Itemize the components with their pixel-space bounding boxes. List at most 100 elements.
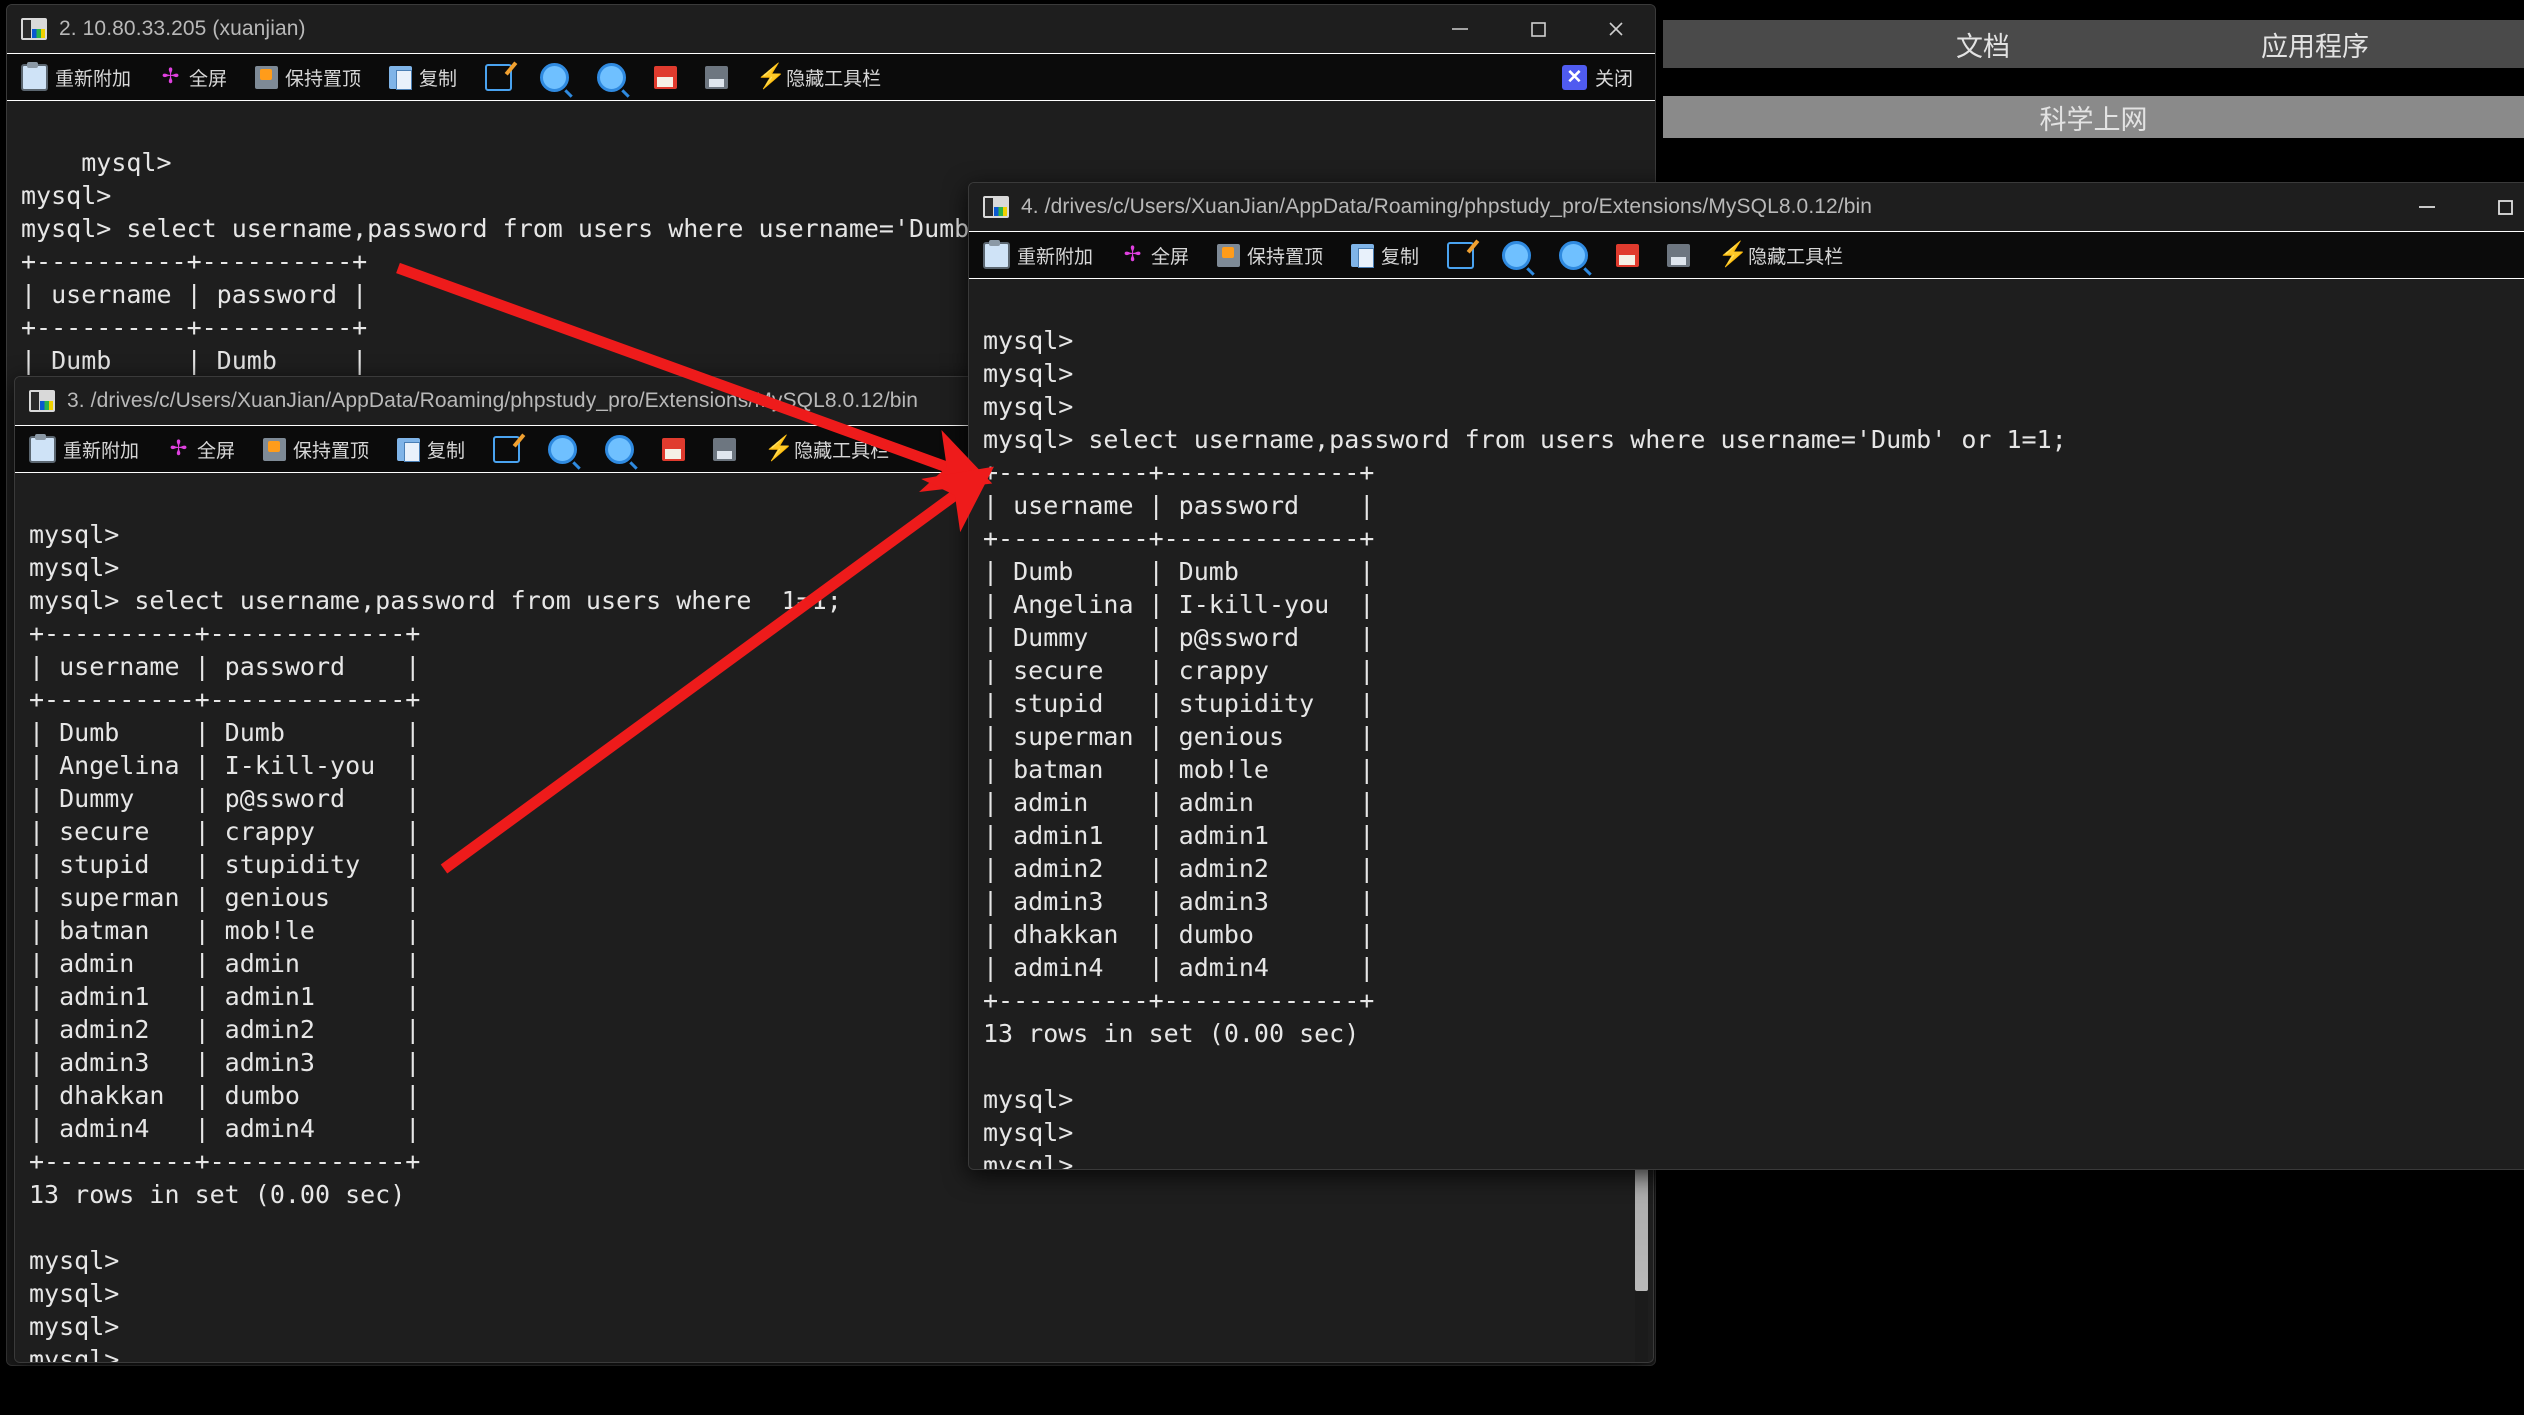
- window4-window-controls[interactable]: [2388, 183, 2524, 231]
- panel-scientific-internet-label: 科学上网: [2040, 98, 2148, 137]
- print-icon: [1667, 244, 1690, 267]
- toolbar-fullscreen-button[interactable]: ✢ 全屏: [1121, 242, 1205, 269]
- maximize-button[interactable]: [2466, 183, 2524, 231]
- maximize-button[interactable]: [1499, 5, 1577, 53]
- panel-applications[interactable]: 应用程序: [2106, 20, 2524, 68]
- toolbar-hide-toolbar-label: 隐藏工具栏: [786, 64, 881, 91]
- lightning-hide-toolbar-icon: ⚡: [756, 66, 779, 89]
- window3-terminal-footer: +----------+-------------+ 13 rows in se…: [29, 1147, 420, 1363]
- toolbar-save-button[interactable]: [1616, 244, 1655, 267]
- toolbar-hide-toolbar-button[interactable]: ⚡ 隐藏工具栏: [756, 64, 897, 91]
- minimize-button[interactable]: [2388, 183, 2466, 231]
- window4-title: 4. /drives/c/Users/XuanJian/AppData/Roam…: [1021, 195, 1872, 219]
- toolbar-fullscreen-label: 全屏: [189, 64, 227, 91]
- toolbar-edit-button[interactable]: [493, 436, 536, 463]
- toolbar-zoom-in-button[interactable]: [1502, 241, 1547, 270]
- toolbar-close-session-button[interactable]: ✕ 关闭: [1562, 64, 1633, 91]
- toolbar-hide-toolbar-button[interactable]: ⚡ 隐藏工具栏: [1718, 242, 1859, 269]
- toolbar-edit-button[interactable]: [485, 64, 528, 91]
- toolbar-fullscreen-button[interactable]: ✢ 全屏: [167, 436, 251, 463]
- toolbar-save-button[interactable]: [654, 66, 693, 89]
- toolbar-zoom-out-button[interactable]: [1559, 241, 1604, 270]
- toolbar-print-button[interactable]: [705, 66, 744, 89]
- panel-scientific-internet[interactable]: 科学上网: [1663, 96, 2524, 138]
- toolbar-reattach-button[interactable]: 重新附加: [29, 436, 155, 463]
- toolbar-keep-on-top-button[interactable]: 保持置顶: [255, 64, 377, 91]
- toolbar-fullscreen-label: 全屏: [1151, 242, 1189, 269]
- toolbar-reattach-label: 重新附加: [1017, 242, 1093, 269]
- save-icon: [1616, 244, 1639, 267]
- zoom-out-icon: [597, 63, 626, 92]
- zoom-out-icon: [605, 435, 634, 464]
- save-icon: [662, 438, 685, 461]
- toolbar-copy-button[interactable]: 复制: [397, 436, 481, 463]
- window2-window-controls[interactable]: [1421, 5, 1655, 53]
- terminal-app-icon: [21, 18, 47, 40]
- toolbar-keep-on-top-label: 保持置顶: [285, 64, 361, 91]
- toolbar-fullscreen-label: 全屏: [197, 436, 235, 463]
- copy-icon: [1351, 244, 1374, 267]
- zoom-in-icon: [1502, 241, 1531, 270]
- minimize-button[interactable]: [1421, 5, 1499, 53]
- window2-toolbar[interactable]: 重新附加 ✢ 全屏 保持置顶 复制 ⚡ 隐藏工具栏: [7, 53, 1655, 101]
- window4-toolbar[interactable]: 重新附加 ✢ 全屏 保持置顶 复制 ⚡ 隐藏工具栏: [969, 231, 2524, 279]
- toolbar-reattach-button[interactable]: 重新附加: [983, 242, 1109, 269]
- toolbar-zoom-in-button[interactable]: [548, 435, 593, 464]
- clipboard-reattach-icon: [21, 64, 48, 91]
- keep-on-top-icon: [1217, 244, 1240, 267]
- terminal-window-4[interactable]: 4. /drives/c/Users/XuanJian/AppData/Roam…: [968, 182, 2524, 1170]
- toolbar-zoom-in-button[interactable]: [540, 63, 585, 92]
- copy-icon: [389, 66, 412, 89]
- edit-icon: [485, 64, 512, 91]
- copy-icon: [397, 438, 420, 461]
- toolbar-close-label: 关闭: [1595, 64, 1633, 91]
- keep-on-top-icon: [255, 66, 278, 89]
- window4-terminal-header: mysql> mysql> mysql> mysql> select usern…: [983, 326, 2067, 553]
- close-button[interactable]: [1577, 5, 1655, 53]
- zoom-in-icon: [548, 435, 577, 464]
- clipboard-reattach-icon: [983, 242, 1010, 269]
- window3-terminal-header: mysql> mysql> mysql> select username,pas…: [29, 520, 842, 714]
- zoom-in-icon: [540, 63, 569, 92]
- clipboard-reattach-icon: [29, 436, 56, 463]
- window4-titlebar[interactable]: 4. /drives/c/Users/XuanJian/AppData/Roam…: [969, 183, 2524, 231]
- toolbar-zoom-out-button[interactable]: [605, 435, 650, 464]
- zoom-out-icon: [1559, 241, 1588, 270]
- window4-result-rows: | Dumb | Dumb | | Angelina | I-kill-you …: [983, 557, 1374, 982]
- lightning-hide-toolbar-icon: ⚡: [764, 438, 787, 461]
- toolbar-copy-button[interactable]: 复制: [1351, 242, 1435, 269]
- toolbar-keep-on-top-label: 保持置顶: [1247, 242, 1323, 269]
- window2-titlebar[interactable]: 2. 10.80.33.205 (xuanjian): [7, 5, 1655, 53]
- toolbar-hide-toolbar-button[interactable]: ⚡ 隐藏工具栏: [764, 436, 905, 463]
- toolbar-save-button[interactable]: [662, 438, 701, 461]
- toolbar-fullscreen-button[interactable]: ✢ 全屏: [159, 64, 243, 91]
- toolbar-reattach-label: 重新附加: [55, 64, 131, 91]
- toolbar-keep-on-top-button[interactable]: 保持置顶: [1217, 242, 1339, 269]
- toolbar-edit-button[interactable]: [1447, 242, 1490, 269]
- toolbar-copy-label: 复制: [419, 64, 457, 91]
- close-x-icon: ✕: [1562, 65, 1587, 90]
- window3-result-rows: | Dumb | Dumb | | Angelina | I-kill-you …: [29, 718, 420, 1143]
- edit-icon: [493, 436, 520, 463]
- toolbar-reattach-button[interactable]: 重新附加: [21, 64, 147, 91]
- window3-title: 3. /drives/c/Users/XuanJian/AppData/Roam…: [67, 389, 918, 413]
- keep-on-top-icon: [263, 438, 286, 461]
- toolbar-keep-on-top-label: 保持置顶: [293, 436, 369, 463]
- toolbar-hide-toolbar-label: 隐藏工具栏: [1748, 242, 1843, 269]
- fullscreen-icon: ✢: [1121, 244, 1144, 267]
- toolbar-zoom-out-button[interactable]: [597, 63, 642, 92]
- toolbar-copy-button[interactable]: 复制: [389, 64, 473, 91]
- window4-terminal[interactable]: mysql> mysql> mysql> mysql> select usern…: [969, 279, 2524, 1170]
- toolbar-hide-toolbar-label: 隐藏工具栏: [794, 436, 889, 463]
- lightning-hide-toolbar-icon: ⚡: [1718, 244, 1741, 267]
- save-icon: [654, 66, 677, 89]
- terminal-app-icon: [29, 390, 55, 412]
- panel-documents-label: 文档: [1956, 25, 2010, 64]
- toolbar-print-button[interactable]: [713, 438, 752, 461]
- fullscreen-icon: ✢: [159, 66, 182, 89]
- toolbar-copy-label: 复制: [1381, 242, 1419, 269]
- toolbar-print-button[interactable]: [1667, 244, 1706, 267]
- toolbar-reattach-label: 重新附加: [63, 436, 139, 463]
- toolbar-keep-on-top-button[interactable]: 保持置顶: [263, 436, 385, 463]
- window4-terminal-footer: +----------+-------------+ 13 rows in se…: [983, 986, 1374, 1170]
